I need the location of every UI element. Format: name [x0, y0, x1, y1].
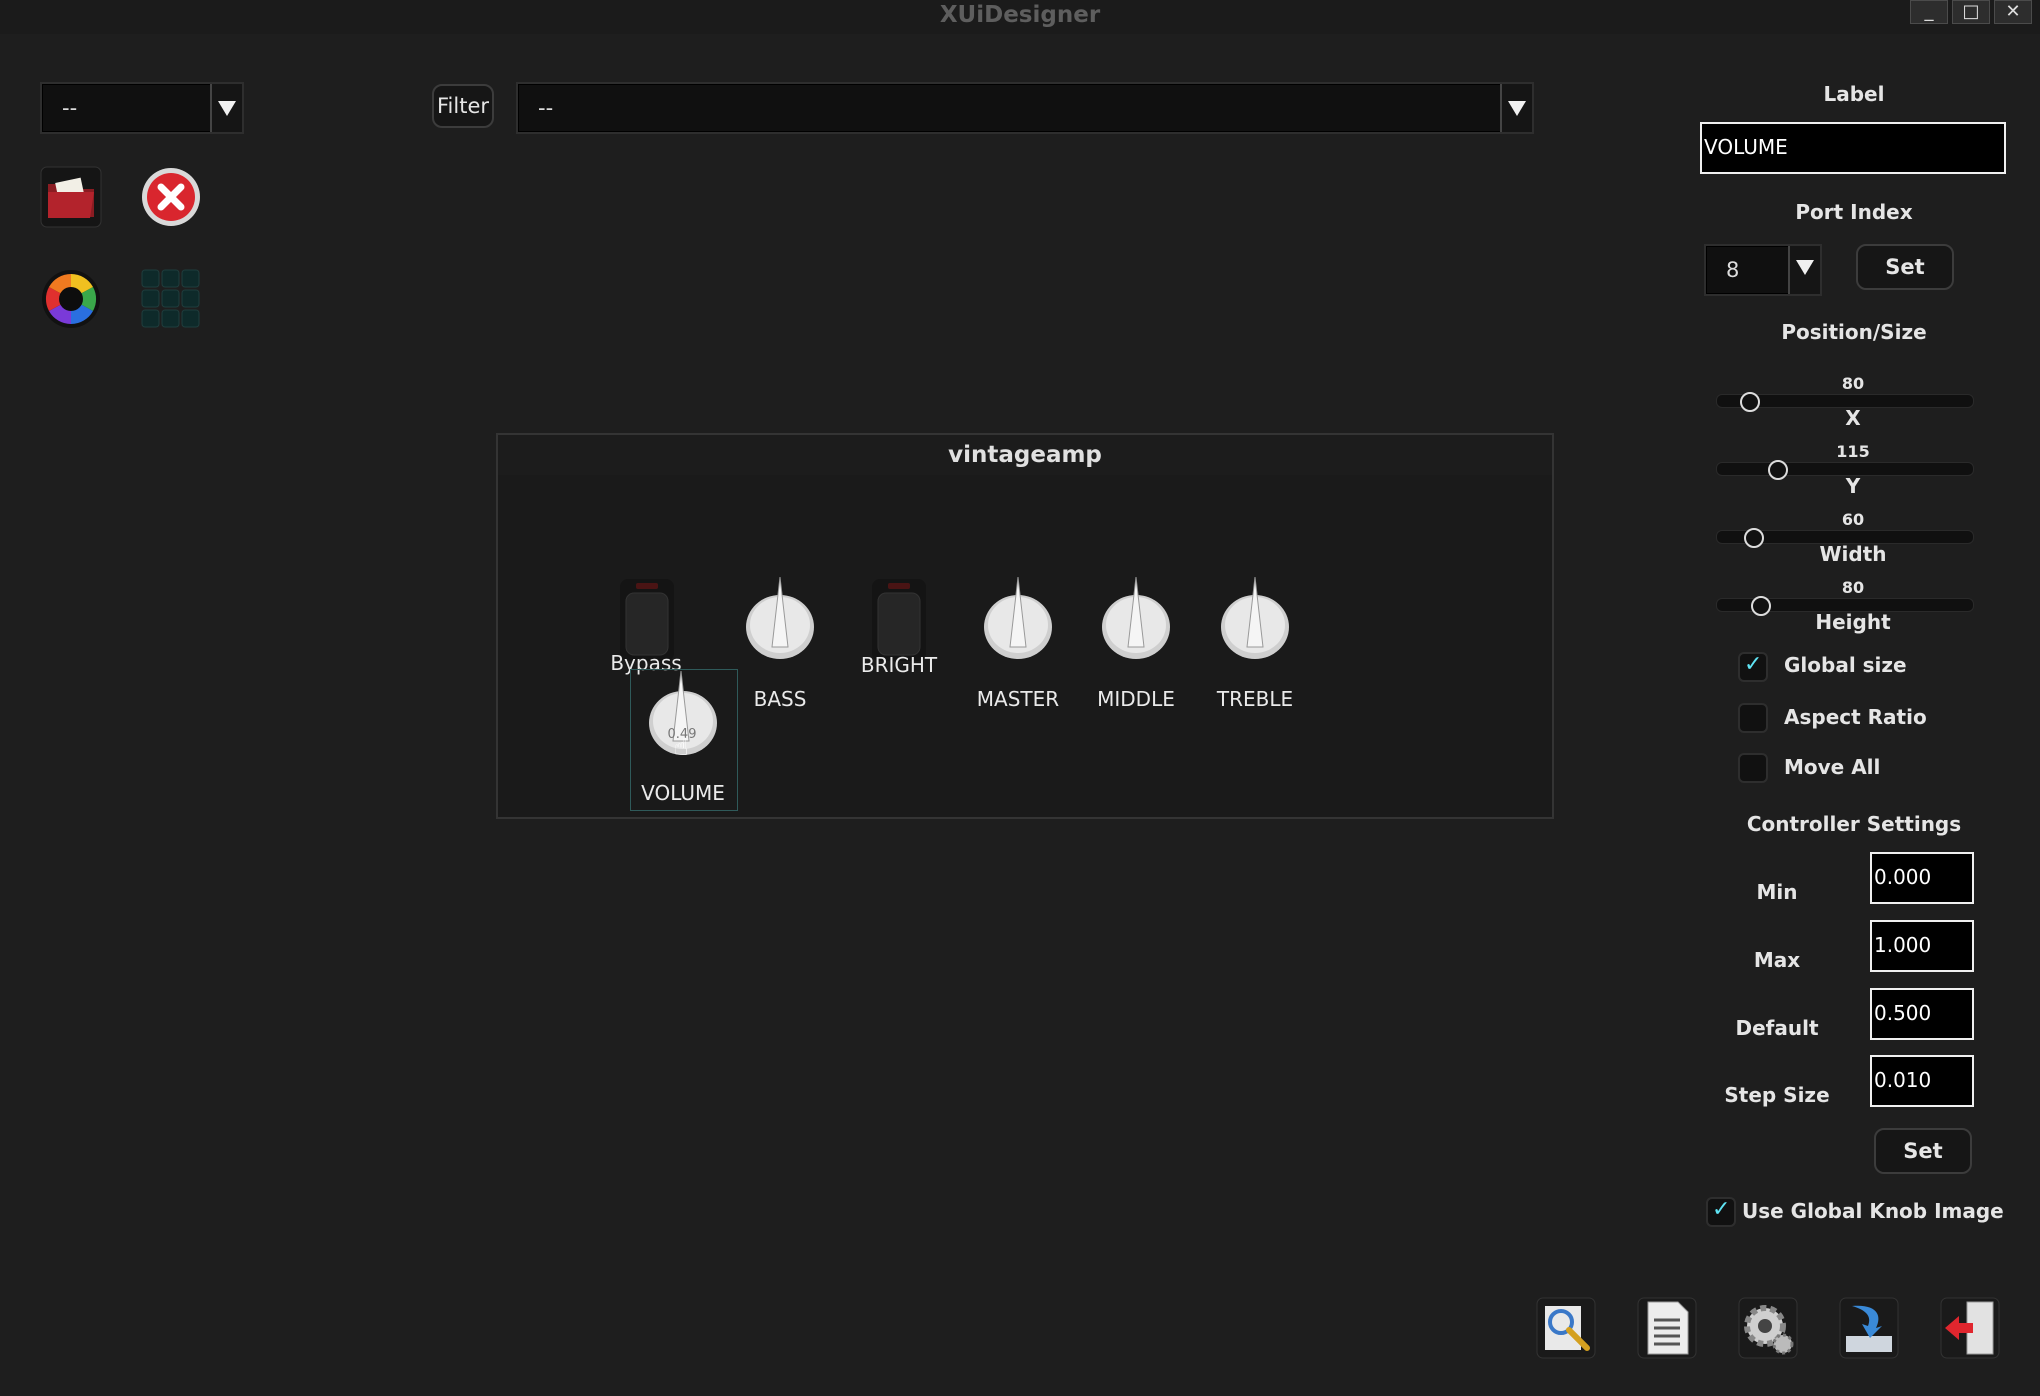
middle-label: MIDDLE [1097, 687, 1175, 711]
middle-knob[interactable] [1101, 576, 1171, 673]
label-input[interactable]: VOLUME [1700, 122, 2006, 174]
aspect-ratio-label: Aspect Ratio [1784, 705, 1927, 729]
plugin-combo-arrow[interactable] [210, 84, 242, 132]
master-knob[interactable] [983, 576, 1053, 673]
global-knob-label: Use Global Knob Image [1742, 1199, 2004, 1223]
x-value: 80 [1841, 374, 1865, 393]
port-set-button[interactable]: Set [1856, 244, 1954, 290]
max-input[interactable]: 1.000 [1870, 920, 1974, 972]
y-value: 115 [1836, 442, 1870, 461]
move-all-checkbox[interactable] [1738, 753, 1768, 783]
x-label: X [1845, 406, 1861, 430]
filter-button[interactable]: Filter [432, 84, 494, 128]
close-icon[interactable] [140, 166, 202, 228]
height-slider-handle[interactable] [1751, 596, 1772, 616]
window-title: XUiDesigner [939, 2, 1101, 28]
min-label: Min [1756, 880, 1798, 904]
plugin-combo-value: -- [62, 96, 78, 120]
filter-combo-value: -- [538, 96, 554, 120]
port-index-value: 8 [1726, 258, 1740, 282]
default-label: Default [1735, 1016, 1819, 1040]
port-index-arrow[interactable] [1788, 246, 1820, 294]
treble-label: TREBLE [1216, 687, 1294, 711]
position-size-heading: Position/Size [1781, 320, 1927, 344]
grid-icon[interactable] [140, 268, 202, 330]
port-index-heading: Port Index [1795, 200, 1913, 224]
move-all-label: Move All [1784, 755, 1881, 779]
exit-icon[interactable] [1939, 1296, 2001, 1360]
save-icon[interactable] [1838, 1296, 1900, 1360]
height-value: 80 [1841, 578, 1865, 597]
width-slider-handle[interactable] [1744, 528, 1765, 548]
minimize-button[interactable]: _ [1910, 0, 1948, 24]
color-wheel-icon[interactable] [40, 268, 102, 330]
maximize-button[interactable]: □ [1952, 0, 1990, 24]
hand-cursor-icon: ☝ [674, 733, 689, 761]
min-input[interactable]: 0.000 [1870, 852, 1974, 904]
global-size-label: Global size [1784, 653, 1907, 677]
close-window-button[interactable]: ✕ [1994, 0, 2032, 24]
bass-knob[interactable] [745, 576, 815, 673]
treble-knob[interactable] [1220, 576, 1290, 673]
global-size-checkbox[interactable] [1738, 652, 1768, 682]
step-size-label: Step Size [1724, 1083, 1830, 1107]
filter-combo-arrow[interactable] [1500, 84, 1532, 132]
chevron-down-icon [218, 101, 236, 116]
filter-combo[interactable]: -- [516, 82, 1534, 134]
x-slider-handle[interactable] [1739, 392, 1760, 412]
default-input[interactable]: 0.500 [1870, 988, 1974, 1040]
plugin-title: vintageamp [498, 435, 1552, 475]
open-folder-icon[interactable] [40, 166, 102, 228]
document-icon[interactable] [1636, 1296, 1698, 1360]
aspect-ratio-checkbox[interactable] [1738, 703, 1768, 733]
plugin-combo[interactable]: -- [40, 82, 244, 134]
edit-icon[interactable] [1535, 1296, 1597, 1360]
label-heading: Label [1823, 82, 1885, 106]
width-value: 60 [1841, 510, 1865, 529]
max-label: Max [1753, 948, 1801, 972]
controller-set-button[interactable]: Set [1874, 1128, 1972, 1174]
chevron-down-icon [1796, 260, 1814, 275]
port-index-combo[interactable]: 8 [1704, 244, 1822, 296]
step-size-input[interactable]: 0.010 [1870, 1055, 1974, 1107]
width-label: Width [1819, 542, 1887, 566]
master-label: MASTER [976, 687, 1060, 711]
global-knob-checkbox[interactable] [1706, 1197, 1736, 1227]
chevron-down-icon [1508, 101, 1526, 116]
bass-label: BASS [753, 687, 807, 711]
volume-label: VOLUME [641, 781, 725, 805]
height-label: Height [1815, 610, 1891, 634]
settings-icon[interactable] [1737, 1296, 1799, 1360]
plugin-panel: vintageamp Bypass BASS BRIGHT MASTER MID… [496, 433, 1554, 819]
bright-label: BRIGHT [860, 653, 938, 677]
y-label: Y [1845, 474, 1861, 498]
controller-settings-heading: Controller Settings [1746, 812, 1962, 836]
